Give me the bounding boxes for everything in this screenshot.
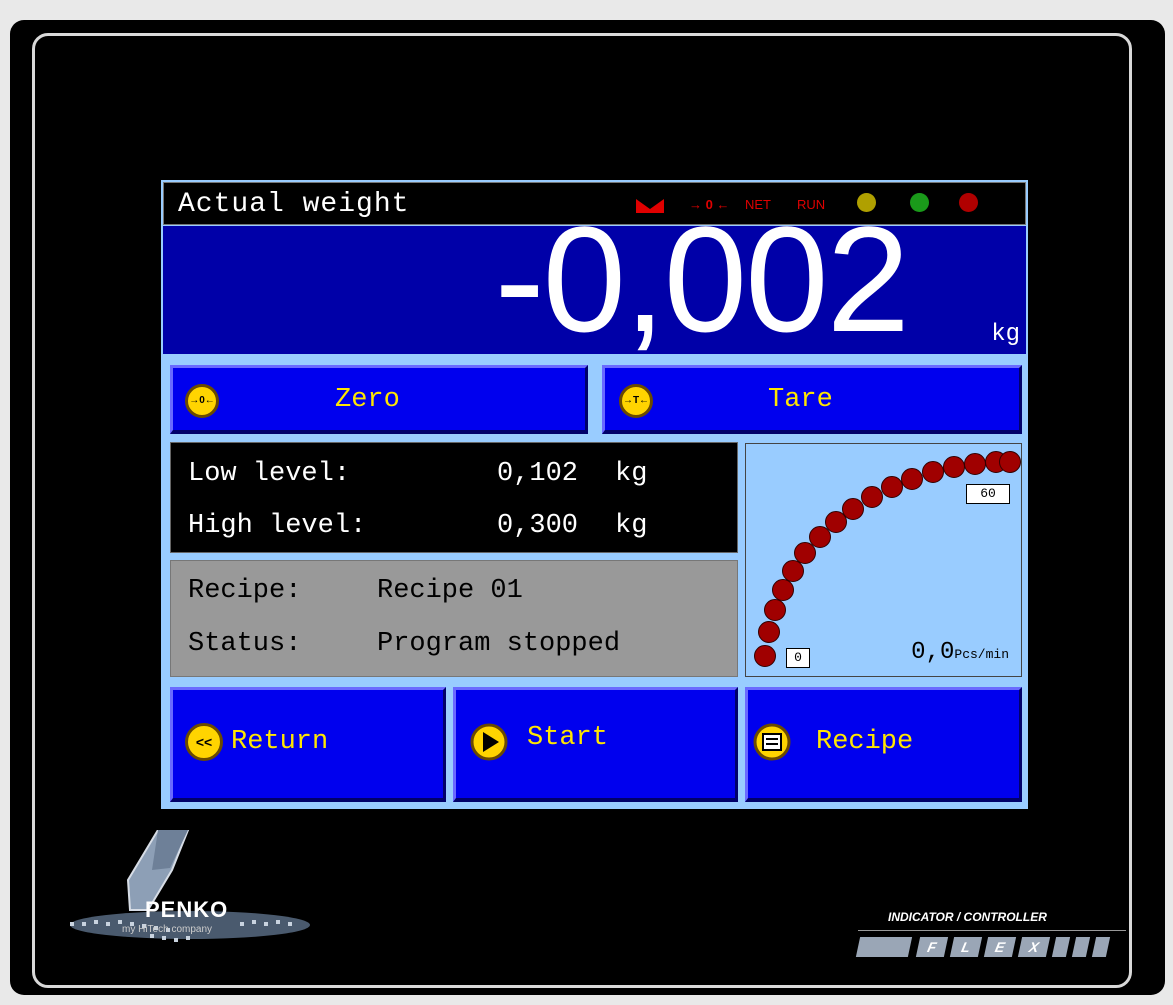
zero-button[interactable]: →0← Zero [170, 365, 588, 434]
start-button-label: Start [527, 723, 609, 753]
flex-bar-segment [855, 937, 913, 957]
gauge-dot [754, 645, 776, 667]
low-level-label: Low level: [188, 459, 351, 489]
recipe-label: Recipe: [188, 576, 302, 606]
status-led-red [959, 193, 978, 212]
program-status-panel: Recipe: Recipe 01 Status: Program stoppe… [170, 560, 738, 677]
product-divider [858, 930, 1126, 931]
zero-button-label: Zero [335, 385, 400, 415]
recipe-button-label: Recipe [816, 727, 914, 757]
gauge-dot [881, 476, 903, 498]
brand-name: PENKO [145, 897, 229, 922]
flex-letter: L [949, 937, 983, 957]
flex-letter: F [915, 937, 949, 957]
status-value: Program stopped [377, 629, 621, 659]
gauge-dot [772, 579, 794, 601]
recipe-button[interactable]: Recipe [745, 687, 1022, 802]
gauge-dot [999, 451, 1021, 473]
rate-gauge: 60 0 0,0Pcs/min [745, 443, 1022, 677]
recipe-value: Recipe 01 [377, 576, 523, 606]
weight-display: -0,002 kg [163, 204, 1026, 354]
weight-unit: kg [991, 321, 1020, 348]
status-label: Status: [188, 629, 302, 659]
gauge-dot [758, 621, 780, 643]
gauge-dot [964, 453, 986, 475]
gauge-dot [842, 498, 864, 520]
recipe-book-icon [753, 723, 791, 761]
start-button[interactable]: Start [453, 687, 738, 802]
flex-letter: X [1017, 937, 1051, 957]
gauge-dot [764, 599, 786, 621]
status-led-green [910, 193, 929, 212]
low-level-unit: kg [615, 459, 648, 489]
tare-icon: →T← [619, 384, 653, 418]
hmi-screen: Actual weight → 0 ← NET RUN -0,002 kg →0… [161, 180, 1028, 809]
return-button-label: Return [231, 727, 329, 757]
gauge-dot [901, 468, 923, 490]
high-level-label: High level: [188, 511, 367, 541]
rate-unit: Pcs/min [954, 647, 1009, 662]
high-level-unit: kg [615, 511, 648, 541]
brand-tagline: my HiTech company [122, 924, 213, 935]
return-icon: << [185, 723, 223, 761]
gauge-max-label: 60 [966, 484, 1010, 504]
gauge-dot [922, 461, 944, 483]
play-icon [470, 723, 508, 761]
zero-icon: →0← [185, 384, 219, 418]
page-title: Actual weight [178, 189, 410, 220]
rate-value: 0,0 [911, 639, 955, 666]
gauge-min-label: 0 [786, 648, 810, 668]
gauge-dot [943, 456, 965, 478]
product-title: INDICATOR / CONTROLLER [888, 910, 1047, 924]
return-button[interactable]: << Return [170, 687, 446, 802]
tare-button-label: Tare [768, 385, 833, 415]
rate-readout: 0,0Pcs/min [911, 639, 1009, 666]
gauge-dot [861, 486, 883, 508]
low-level-value: 0,102 [497, 459, 579, 489]
high-level-value: 0,300 [497, 511, 579, 541]
weight-value: -0,002 [494, 195, 910, 363]
flex-letter: E [983, 937, 1017, 957]
levels-panel: Low level: 0,102 kg High level: 0,300 kg [170, 442, 738, 553]
tare-button[interactable]: →T← Tare [602, 365, 1022, 434]
